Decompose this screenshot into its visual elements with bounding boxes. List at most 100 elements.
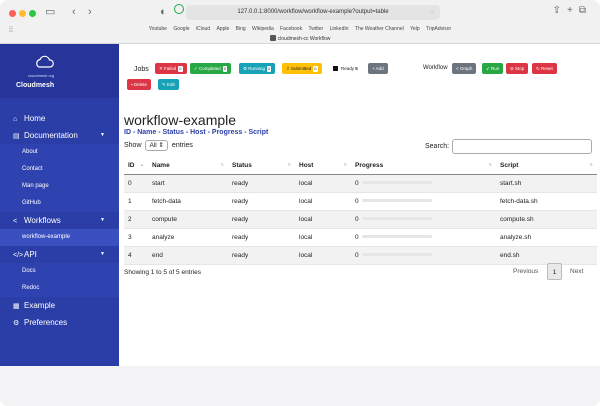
cell-id: 1: [124, 192, 148, 211]
sidebar-item-label: Home: [24, 114, 46, 123]
cell-script: analyze.sh: [496, 228, 597, 247]
bookmark-item[interactable]: Facebook: [280, 26, 302, 32]
cell-status: ready: [228, 246, 295, 265]
bookmark-item[interactable]: TripAdvisor: [426, 26, 451, 32]
maximize-window-button[interactable]: [29, 10, 36, 17]
table-row[interactable]: 0 start ready local 0 start.sh: [124, 174, 597, 193]
bookmark-item[interactable]: Apple: [216, 26, 229, 32]
bookmark-item[interactable]: Youtube: [149, 26, 167, 32]
sort-icon: ▲: [140, 162, 144, 167]
graph-button[interactable]: < Graph: [452, 63, 477, 74]
url-bar[interactable]: 127.0.0.1:8000/workflow/workflow-example…: [186, 5, 440, 20]
cell-id: 0: [124, 174, 148, 193]
bookmarks-bar: Youtube Google iCloud Apple Bing Wikiped…: [0, 24, 600, 34]
sidebar-item-documentation[interactable]: ▤ Documentation ▼: [0, 127, 119, 144]
stop-button[interactable]: ⊘ Stop: [506, 63, 529, 74]
column-header-name[interactable]: Name ⇅: [148, 158, 228, 175]
chevron-down-icon: ▼: [100, 217, 105, 223]
sidebar-nav: ⌂ Home ▤ Documentation ▼ About Contact Man page…: [0, 110, 119, 331]
run-button[interactable]: ➶ Run: [482, 63, 504, 74]
column-header-progress[interactable]: Progress ⇅: [351, 158, 496, 175]
cell-host: local: [295, 210, 351, 229]
favicon-icon: [269, 35, 276, 41]
page-1-button[interactable]: 1: [547, 263, 562, 280]
sidebar-subitem-github[interactable]: GitHub: [0, 195, 119, 212]
sidebar-subitem-workflow-example[interactable]: workflow-example: [0, 229, 119, 246]
brand-name: Cloudmesh: [16, 82, 55, 89]
sidebar-subitem-man-page[interactable]: Man page: [0, 178, 119, 195]
bookmark-item[interactable]: Twitter: [308, 26, 323, 32]
brand-tagline: cloudmesh.org: [28, 73, 55, 78]
failed-button[interactable]: ✕ Failed 0: [155, 63, 187, 74]
sidebar-item-api[interactable]: </>API ▼: [0, 246, 119, 263]
cell-progress: 0: [351, 210, 496, 229]
cell-script: start.sh: [496, 174, 597, 193]
ready-status[interactable]: Ready 5: [333, 63, 358, 74]
cell-status: ready: [228, 228, 295, 247]
cell-script: end.sh: [496, 246, 597, 265]
close-window-button[interactable]: [9, 10, 16, 17]
bookmark-item[interactable]: Yelp: [410, 26, 420, 32]
sidebar-subitem-about[interactable]: About: [0, 144, 119, 161]
completed-button[interactable]: ✓ Completed 0: [190, 63, 232, 74]
sidebar-subitem-contact[interactable]: Contact: [0, 161, 119, 178]
sidebar: cloudmesh.org Cloudmesh ⌂ Home ▤ Documentat…: [0, 44, 119, 366]
progress-bar: [361, 199, 432, 203]
sidebar-toggle-icon[interactable]: ▭: [45, 5, 55, 19]
cell-name: fetch-data: [148, 192, 228, 211]
bookmark-item[interactable]: The Weather Channel: [355, 26, 404, 32]
browser-tab[interactable]: cloudmesh-cc Workflow: [0, 34, 600, 44]
cell-id: 3: [124, 228, 148, 247]
search-label: Search:: [425, 143, 450, 150]
bookmark-item[interactable]: LinkedIn: [330, 26, 349, 32]
previous-page-button[interactable]: Previous: [513, 263, 538, 280]
back-icon[interactable]: ‹: [72, 5, 76, 19]
cell-script: compute.sh: [496, 210, 597, 229]
cell-name: compute: [148, 210, 228, 229]
sidebar-item-label: API: [24, 250, 37, 259]
browser-actions[interactable]: ⇪+⧉: [553, 5, 592, 16]
forward-icon[interactable]: ›: [88, 5, 92, 19]
minimize-window-button[interactable]: [19, 10, 26, 17]
reader-icon[interactable]: ◌: [430, 5, 434, 20]
edit-button[interactable]: ✎ Edit: [158, 79, 179, 90]
table-row[interactable]: 1 fetch-data ready local 0 fetch-data.sh: [124, 192, 597, 211]
cell-progress: 0: [351, 192, 496, 211]
bookmark-item[interactable]: Bing: [236, 26, 246, 32]
table-row[interactable]: 2 compute ready local 0 compute.sh: [124, 210, 597, 229]
sidebar-item-example[interactable]: ▦ Example: [0, 297, 119, 314]
bookmark-item[interactable]: Google: [173, 26, 189, 32]
sort-icon: ⇅: [287, 162, 291, 167]
chevron-down-icon: ▼: [100, 251, 105, 257]
reset-button[interactable]: ↻ Reset: [532, 63, 557, 74]
brand[interactable]: cloudmesh.org Cloudmesh: [0, 44, 119, 98]
page-length-select[interactable]: All ⇕: [145, 140, 168, 151]
progress-bar: [361, 181, 432, 185]
jobs-table: ID ▲ Name ⇅ Status ⇅ Host ⇅ Progress ⇅ Script ⇅ 0st…: [124, 158, 597, 265]
sidebar-item-workflows[interactable]: < Workflows ▼: [0, 212, 119, 229]
bookmark-item[interactable]: Wikipedia: [252, 26, 274, 32]
running-button[interactable]: ⚙ Running 0: [239, 63, 276, 74]
submitted-button[interactable]: ⇪ Submitted 0: [282, 63, 322, 74]
search-input[interactable]: [452, 139, 592, 154]
cell-progress: 0: [351, 246, 496, 265]
sidebar-item-preferences[interactable]: ⚙ Preferences: [0, 314, 119, 331]
sidebar-item-label: Preferences: [24, 318, 68, 327]
table-row[interactable]: 3 analyze ready local 0 analyze.sh: [124, 228, 597, 247]
progress-bar: [361, 217, 432, 221]
table-row[interactable]: 4 end ready local 0 end.sh: [124, 246, 597, 265]
sidebar-subitem-docs[interactable]: Docs: [0, 263, 119, 280]
sidebar-item-home[interactable]: ⌂ Home: [0, 110, 119, 127]
bookmark-item[interactable]: iCloud: [196, 26, 210, 32]
column-header-host[interactable]: Host ⇅: [295, 158, 351, 175]
gear-icon: ⚙: [13, 320, 20, 327]
next-page-button[interactable]: Next: [570, 263, 583, 280]
column-header-script[interactable]: Script ⇅: [496, 158, 597, 175]
delete-button[interactable]: ▪ Delete: [127, 79, 151, 90]
sidebar-subitem-redoc[interactable]: Redoc: [0, 280, 119, 297]
sort-icon: ⇅: [220, 162, 224, 167]
shield-icon[interactable]: ◐: [160, 5, 167, 19]
column-header-status[interactable]: Status ⇅: [228, 158, 295, 175]
column-header-id[interactable]: ID ▲: [124, 158, 148, 175]
add-button[interactable]: + Add: [368, 63, 388, 74]
